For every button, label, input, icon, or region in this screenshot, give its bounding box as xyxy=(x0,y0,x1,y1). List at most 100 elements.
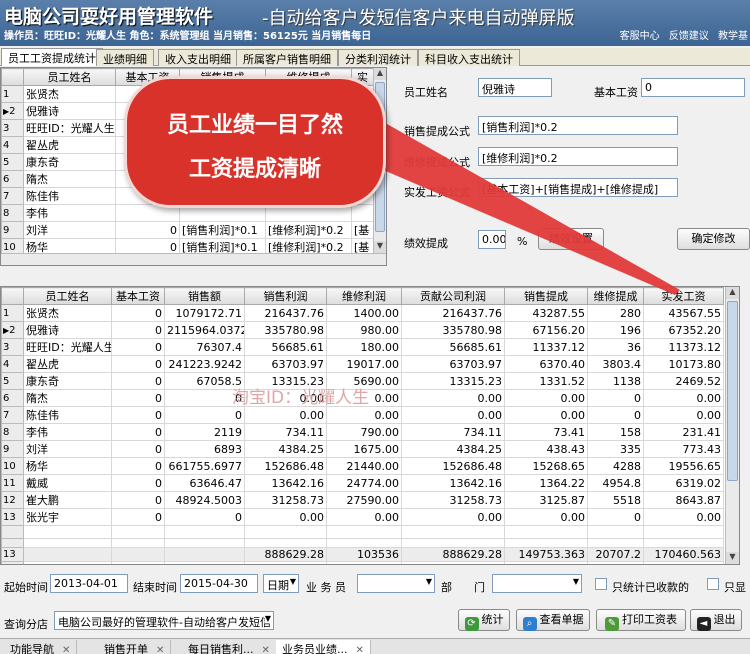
link-tutorial[interactable]: 教学基 xyxy=(718,31,748,42)
branch-select[interactable]: 电脑公司最好的管理软件-自动给客户发短信 ▼ xyxy=(54,611,274,630)
row-number[interactable]: 12 xyxy=(1,491,24,509)
cell-repair-commission[interactable]: 0 xyxy=(587,508,644,526)
cell-repair-commission[interactable]: 158 xyxy=(587,423,644,441)
row-number[interactable]: 4 xyxy=(1,355,24,373)
cell-sales-profit[interactable]: 63703.97 xyxy=(244,355,327,373)
cell-sales-commission[interactable]: 3125.87 xyxy=(504,491,588,509)
cell-base-salary[interactable]: 0 xyxy=(111,389,165,407)
cell-actual-pay[interactable]: 8643.87 xyxy=(643,491,724,509)
cell-repair-commission[interactable]: 280 xyxy=(587,304,644,322)
cell-base-salary[interactable]: 0 xyxy=(111,474,165,492)
cell-sales-amount[interactable]: 76307.4 xyxy=(164,338,245,356)
table-row[interactable]: 10 杨华 0 661755.6977 152686.48 21440.00 152686.… xyxy=(1,457,724,475)
cell-employee-name[interactable]: 隋杰 xyxy=(23,389,112,407)
staff-select[interactable]: ▼ xyxy=(357,574,435,593)
cell-contribution-profit[interactable]: 216437.76 xyxy=(401,304,505,322)
cell-actual-pay[interactable]: 11373.12 xyxy=(643,338,724,356)
cell-actual-pay[interactable]: 10173.80 xyxy=(643,355,724,373)
exit-button[interactable]: ◄ 退出 xyxy=(690,609,742,631)
cell-employee-name[interactable]: 崔大鹏 xyxy=(23,491,112,509)
cell-actual-pay[interactable]: 0.00 xyxy=(643,508,724,526)
cell-actual-pay[interactable]: 19556.65 xyxy=(643,457,724,475)
cell-employee-name[interactable]: 戴威 xyxy=(23,474,112,492)
cell-contribution-profit[interactable]: 734.11 xyxy=(401,423,505,441)
col-employee-name[interactable]: 员工姓名 xyxy=(23,287,112,305)
cell-employee-name[interactable]: 张贤杰 xyxy=(23,85,116,103)
period-select[interactable]: 日期 ▼ xyxy=(263,574,299,593)
cell-base-salary[interactable]: 0 xyxy=(111,338,165,356)
table-row[interactable]: 2倪雅诗02115964.0372335780.98980.00335780.9… xyxy=(1,321,724,339)
cell-contribution-profit[interactable]: 0.00 xyxy=(401,406,505,424)
lower-vertical-scrollbar[interactable]: ▲ ▼ xyxy=(725,287,739,564)
cell-employee-name[interactable]: 杨华 xyxy=(23,457,112,475)
cell-employee-name[interactable]: 刘洋 xyxy=(23,221,116,239)
cell-sales-profit[interactable]: 734.11 xyxy=(244,423,327,441)
row-number[interactable]: 6 xyxy=(1,170,24,188)
cell-sales-profit[interactable]: 152686.48 xyxy=(244,457,327,475)
cell-base-salary[interactable]: 0 xyxy=(111,440,165,458)
cell-employee-name[interactable]: 翟丛虎 xyxy=(23,136,116,154)
cell-actual-pay[interactable]: 231.41 xyxy=(643,423,724,441)
row-number[interactable]: 5 xyxy=(1,153,24,171)
cell-employee-name[interactable]: 旺旺ID：光耀人生 xyxy=(23,338,112,356)
cell-employee-name[interactable]: 旺旺ID：光耀人生 xyxy=(23,119,116,137)
cell-sales-amount[interactable]: 63646.47 xyxy=(164,474,245,492)
cell-employee-name[interactable]: 张贤杰 xyxy=(23,304,112,322)
print-payroll-button[interactable]: ✎ 打印工资表 xyxy=(596,609,686,631)
row-number[interactable]: 2 xyxy=(1,102,24,120)
row-number[interactable]: 1 xyxy=(1,304,24,322)
cell-base-salary[interactable]: 0 xyxy=(111,406,165,424)
cell-repair-profit[interactable]: 21440.00 xyxy=(326,457,402,475)
cell-contribution-profit[interactable]: 0.00 xyxy=(401,389,505,407)
cell-employee-name[interactable]: 隋杰 xyxy=(23,170,116,188)
table-row[interactable]: 9 刘洋 0 6893 4384.25 1675.00 4384.25 438.43 335 77… xyxy=(1,440,724,458)
start-date-field[interactable]: 2013-04-01 xyxy=(50,574,128,593)
cell-actual-pay[interactable]: 67352.20 xyxy=(643,321,724,339)
cell-repair-profit[interactable]: 27590.00 xyxy=(326,491,402,509)
cell-contribution-profit[interactable]: 13642.16 xyxy=(401,474,505,492)
cell-sales-commission[interactable]: 6370.40 xyxy=(504,355,588,373)
table-row[interactable]: 11 戴威 0 63646.47 13642.16 24774.00 13642.16 136… xyxy=(1,474,724,492)
row-number[interactable]: 7 xyxy=(1,187,24,205)
cell-sales-amount[interactable]: 0 xyxy=(164,406,245,424)
cell-sales-amount[interactable]: 241223.9242 xyxy=(164,355,245,373)
cell-actual-pay[interactable]: 6319.02 xyxy=(643,474,724,492)
table-row[interactable]: 13 张光宇 0 0 0.00 0.00 0.00 0.00 0 0.00 xyxy=(1,508,724,526)
end-date-field[interactable]: 2015-04-30 xyxy=(180,574,258,593)
close-icon[interactable]: ✕ xyxy=(262,645,270,654)
cell-base-salary[interactable]: 0 xyxy=(111,321,165,339)
cell-contribution-profit[interactable]: 13315.23 xyxy=(401,372,505,390)
cell-repair-commission[interactable]: 0 xyxy=(587,406,644,424)
row-number[interactable]: 11 xyxy=(1,474,24,492)
cell-contribution-profit[interactable]: 4384.25 xyxy=(401,440,505,458)
link-feedback[interactable]: 反馈建议 xyxy=(669,31,709,42)
cell-employee-name[interactable]: 陈佳伟 xyxy=(23,187,116,205)
row-number[interactable]: 10 xyxy=(1,457,24,475)
cell-employee-name[interactable]: 陈佳伟 xyxy=(23,406,112,424)
cell-base-salary[interactable]: 0 xyxy=(111,304,165,322)
cell-employee-name[interactable]: 倪雅诗 xyxy=(23,102,116,120)
cell-sales-amount[interactable]: 2115964.0372 xyxy=(164,321,245,339)
close-icon[interactable]: ✕ xyxy=(62,645,70,654)
row-number[interactable]: 6 xyxy=(1,389,24,407)
cell-repair-commission[interactable]: 0 xyxy=(587,389,644,407)
cell-base-salary[interactable]: 0 xyxy=(111,491,165,509)
cell-repair-commission[interactable]: 4954.8 xyxy=(587,474,644,492)
table-row[interactable]: 4 翟丛虎 0 241223.9242 63703.97 19017.00 63703.97… xyxy=(1,355,724,373)
tab-category-profit[interactable]: 分类利润统计 xyxy=(338,49,418,66)
row-number[interactable]: 7 xyxy=(1,406,24,424)
row-number[interactable]: 9 xyxy=(1,440,24,458)
table-row[interactable]: 3 旺旺ID：光耀人生 0 76307.4 56685.61 180.00 56685.61… xyxy=(1,338,724,356)
statistics-button[interactable]: ⟳ 统计 xyxy=(458,609,510,631)
cell-employee-name[interactable]: 康东奇 xyxy=(23,372,112,390)
cell-contribution-profit[interactable]: 63703.97 xyxy=(401,355,505,373)
row-number[interactable]: 1 xyxy=(1,85,24,103)
cell-sales-commission[interactable]: 15268.65 xyxy=(504,457,588,475)
cell-sales-profit[interactable]: 0.00 xyxy=(244,508,327,526)
cell-sales-commission[interactable]: 0.00 xyxy=(504,508,588,526)
col-base-salary[interactable]: 基本工资 xyxy=(111,287,165,305)
cell-actual-pay[interactable]: 2469.52 xyxy=(643,372,724,390)
cell-repair-profit[interactable]: 0.00 xyxy=(326,508,402,526)
cell-sales-commission[interactable]: 43287.55 xyxy=(504,304,588,322)
cell-sales-commission[interactable]: 67156.20 xyxy=(504,321,588,339)
